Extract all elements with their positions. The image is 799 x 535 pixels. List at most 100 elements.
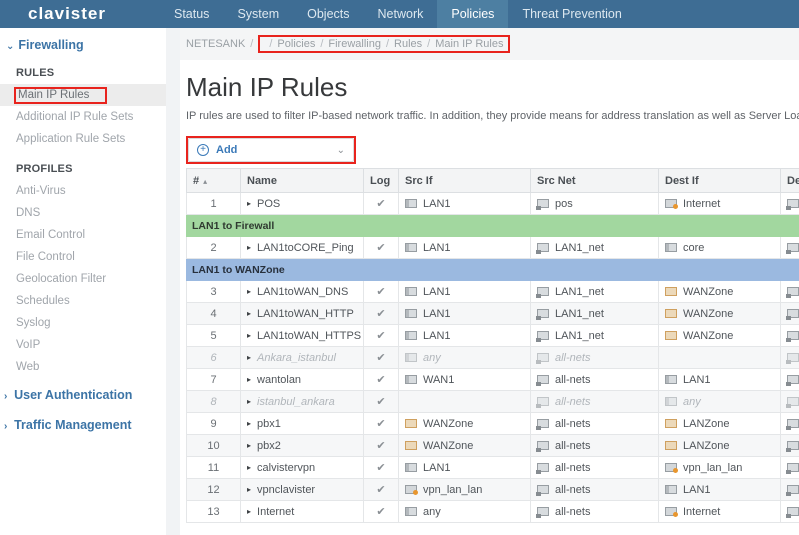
- top-nav: StatusSystemObjectsNetworkPoliciesThreat…: [160, 0, 636, 28]
- sidebar-item-application-rule-sets[interactable]: Application Rule Sets: [0, 128, 166, 150]
- table-row[interactable]: 11▸calvistervpn✔LAN1all-netsvpn_lan_lan: [187, 457, 799, 479]
- table-row[interactable]: 1▸POS✔LAN1posInternet: [187, 193, 799, 215]
- sidebar-item-geolocation-filter[interactable]: Geolocation Filter: [0, 268, 166, 290]
- add-button-label: Add: [216, 144, 337, 156]
- sidebar-item-anti-virus[interactable]: Anti-Virus: [0, 180, 166, 202]
- expand-caret-icon[interactable]: ▸: [247, 507, 251, 516]
- expand-caret-icon[interactable]: ▸: [247, 397, 251, 406]
- expand-caret-icon[interactable]: ▸: [247, 353, 251, 362]
- table-row[interactable]: 4▸LAN1toWAN_HTTP✔LAN1LAN1_netWANZone: [187, 303, 799, 325]
- table-row[interactable]: 5▸LAN1toWAN_HTTPS✔LAN1LAN1_netWANZone: [187, 325, 799, 347]
- sidebar-item-file-control[interactable]: File Control: [0, 246, 166, 268]
- sidebar-item-additional-ip-rule-sets[interactable]: Additional IP Rule Sets: [0, 106, 166, 128]
- dest-net-cell: [781, 325, 799, 347]
- src-if-cell: any: [399, 347, 531, 369]
- breadcrumb-link-main-ip-rules[interactable]: Main IP Rules: [435, 38, 503, 50]
- table-row[interactable]: 3▸LAN1toWAN_DNS✔LAN1LAN1_netWANZone: [187, 281, 799, 303]
- zone-icon: [665, 287, 677, 296]
- log-cell: ✔: [364, 391, 399, 413]
- rule-number-cell: 10: [187, 435, 241, 457]
- log-cell: ✔: [364, 303, 399, 325]
- breadcrumb-device[interactable]: NETESANK: [186, 38, 245, 50]
- column-header--[interactable]: #▴: [187, 169, 241, 193]
- column-header-dest-net[interactable]: Dest Net: [781, 169, 799, 193]
- rule-number-cell: 9: [187, 413, 241, 435]
- column-header-src-net[interactable]: Src Net: [531, 169, 659, 193]
- network-icon: [537, 397, 549, 406]
- column-header-name[interactable]: Name: [241, 169, 364, 193]
- nav-item-threat-prevention[interactable]: Threat Prevention: [508, 0, 635, 28]
- sidebar-item-syslog[interactable]: Syslog: [0, 312, 166, 334]
- interface-icon: [405, 375, 417, 384]
- network-icon: [537, 287, 549, 296]
- expand-caret-icon[interactable]: ▸: [247, 243, 251, 252]
- expand-caret-icon[interactable]: ▸: [247, 463, 251, 472]
- rule-number-cell: 8: [187, 391, 241, 413]
- sidebar-item-email-control[interactable]: Email Control: [0, 224, 166, 246]
- page-title: Main IP Rules: [186, 72, 799, 103]
- expand-caret-icon[interactable]: ▸: [247, 441, 251, 450]
- expand-caret-icon[interactable]: ▸: [247, 375, 251, 384]
- sidebar-item-user-authentication[interactable]: › User Authentication: [0, 384, 166, 408]
- sidebar-item-label: Traffic Management: [14, 418, 131, 432]
- dest-if-cell: LAN1: [659, 479, 781, 501]
- add-button[interactable]: + Add ⌄: [188, 138, 354, 162]
- cell-label: LANZone: [683, 440, 729, 452]
- cell-label: all-nets: [555, 506, 590, 518]
- sidebar-item-firewalling[interactable]: ⌄Firewalling: [0, 28, 166, 54]
- expand-caret-icon[interactable]: ▸: [247, 199, 251, 208]
- table-row[interactable]: 12▸vpnclavister✔vpn_lan_lanall-netsLAN1: [187, 479, 799, 501]
- column-header-log[interactable]: Log: [364, 169, 399, 193]
- table-row[interactable]: 10▸pbx2✔WANZoneall-netsLANZone: [187, 435, 799, 457]
- rule-number-cell: 12: [187, 479, 241, 501]
- sidebar-item-dns[interactable]: DNS: [0, 202, 166, 224]
- rule-name: LAN1toCORE_Ping: [257, 242, 354, 254]
- sidebar-item-web[interactable]: Web: [0, 356, 166, 378]
- column-header-dest-if[interactable]: Dest If: [659, 169, 781, 193]
- dest-if-cell: any: [659, 391, 781, 413]
- rule-number-cell: 4: [187, 303, 241, 325]
- sidebar-item-voip[interactable]: VoIP: [0, 334, 166, 356]
- table-row[interactable]: 6▸Ankara_istanbul✔anyall-nets: [187, 347, 799, 369]
- cell-label: Internet: [683, 506, 720, 518]
- src-net-cell: LAN1_net: [531, 237, 659, 259]
- breadcrumb-link-rules[interactable]: Rules: [394, 38, 422, 50]
- cell-label: all-nets: [555, 396, 590, 408]
- breadcrumb-link-policies[interactable]: Policies: [277, 38, 315, 50]
- cell-label: WANZone: [423, 418, 473, 430]
- expand-caret-icon[interactable]: ▸: [247, 309, 251, 318]
- cell-label: LAN1_net: [555, 330, 604, 342]
- interface-icon: [405, 199, 417, 208]
- table-row[interactable]: 7▸wantolan✔WAN1all-netsLAN1: [187, 369, 799, 391]
- nav-item-system[interactable]: System: [223, 0, 293, 28]
- network-icon: [787, 287, 799, 296]
- expand-caret-icon[interactable]: ▸: [247, 485, 251, 494]
- rule-name-cell: ▸LAN1toWAN_HTTPS: [241, 325, 364, 347]
- nav-item-objects[interactable]: Objects: [293, 0, 363, 28]
- breadcrumb-link-firewalling[interactable]: Firewalling: [328, 38, 381, 50]
- sidebar-item-traffic-management[interactable]: › Traffic Management: [0, 414, 166, 438]
- network-icon: [787, 441, 799, 450]
- nav-item-policies[interactable]: Policies: [437, 0, 508, 28]
- src-if-cell: LAN1: [399, 193, 531, 215]
- table-row[interactable]: 13▸Internet✔anyall-netsInternet: [187, 501, 799, 523]
- interface-icon: [665, 243, 677, 252]
- expand-caret-icon[interactable]: ▸: [247, 331, 251, 340]
- table-row[interactable]: 8▸istanbul_ankara✔all-netsany: [187, 391, 799, 413]
- network-icon: [787, 243, 799, 252]
- log-cell: ✔: [364, 369, 399, 391]
- expand-caret-icon[interactable]: ▸: [247, 419, 251, 428]
- network-icon: [537, 375, 549, 384]
- rule-name: pbx1: [257, 418, 281, 430]
- cell-label: all-nets: [555, 462, 590, 474]
- sidebar-item-schedules[interactable]: Schedules: [0, 290, 166, 312]
- nav-item-network[interactable]: Network: [364, 0, 438, 28]
- table-row[interactable]: 9▸pbx1✔WANZoneall-netsLANZone: [187, 413, 799, 435]
- nav-item-status[interactable]: Status: [160, 0, 223, 28]
- table-row[interactable]: 2▸LAN1toCORE_Ping✔LAN1LAN1_netcore: [187, 237, 799, 259]
- rule-name: Ankara_istanbul: [257, 352, 336, 364]
- column-header-src-if[interactable]: Src If: [399, 169, 531, 193]
- sidebar-item-main-ip-rules[interactable]: Main IP Rules: [0, 84, 166, 106]
- cell-label: LAN1: [423, 330, 451, 342]
- expand-caret-icon[interactable]: ▸: [247, 287, 251, 296]
